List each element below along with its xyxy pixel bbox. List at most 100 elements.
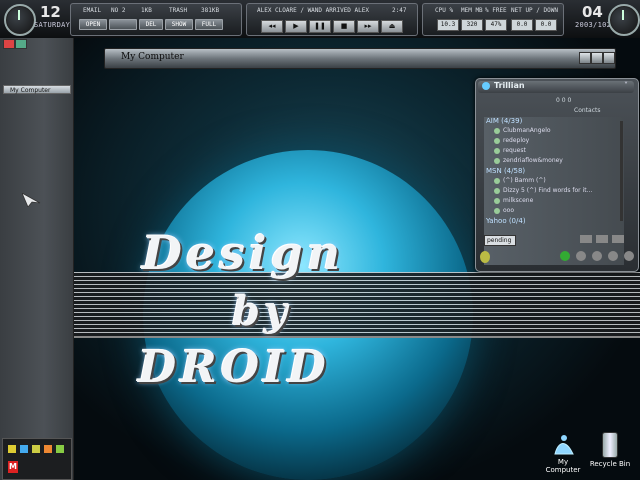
logo-line-3: DROID	[138, 342, 330, 393]
trash-label: TRASH	[169, 7, 188, 14]
icq-icon[interactable]	[608, 251, 618, 261]
taskbar-sidebar	[0, 38, 74, 480]
tray-icon-3[interactable]	[32, 445, 40, 453]
taskbar-item-my-computer[interactable]: My Computer	[3, 85, 71, 94]
trillian-status-icon[interactable]	[480, 251, 490, 263]
tray-icon-2[interactable]	[20, 445, 28, 453]
system-panel: EMAIL NO 2 1KB TRASH 381KB OPEN DEL SHOW…	[70, 3, 242, 36]
track-time: 2:47	[392, 7, 407, 14]
wallpaper-divider	[74, 336, 640, 338]
net-label: NET UP / DOWN	[511, 7, 558, 14]
add-button[interactable]	[580, 235, 592, 243]
group-yahoo[interactable]: Yahoo (0/4)	[486, 217, 526, 225]
buddy-icon	[494, 157, 500, 164]
net-up-value: 0.0	[511, 19, 533, 31]
next-icon[interactable]: ▸▸	[357, 20, 379, 33]
maximize-icon[interactable]	[591, 52, 603, 64]
email-value: NO 2	[111, 7, 126, 14]
contact-item[interactable]: redeploy	[494, 137, 529, 144]
contact-scrollbar[interactable]	[620, 121, 623, 221]
clock-dial-icon	[4, 4, 36, 36]
tray-icon-4[interactable]	[44, 445, 52, 453]
window-title: My Computer	[121, 52, 184, 62]
cpu-label: CPU %	[435, 7, 454, 14]
quicklaunch-desktop-icon[interactable]	[15, 39, 27, 49]
logo-line-1: Design	[142, 226, 345, 280]
day-number: 12	[40, 3, 61, 21]
wallpaper-stripes	[74, 272, 640, 336]
net-down-value: 0.0	[535, 19, 557, 31]
trillian-logo-icon	[482, 82, 490, 90]
weekday-label: SATURDAY	[34, 21, 71, 29]
full-button[interactable]: FULL	[195, 19, 223, 30]
contact-item[interactable]: ClubmanAngelo	[494, 127, 551, 134]
trillian-counter: 0 0 0	[556, 97, 572, 104]
blank-button[interactable]	[109, 19, 137, 30]
top-bar: 12 SATURDAY EMAIL NO 2 1KB TRASH 381KB O…	[0, 0, 640, 39]
msn-icon[interactable]	[576, 251, 586, 261]
previous-icon[interactable]: ◂◂	[261, 20, 283, 33]
contact-item[interactable]: request	[494, 147, 526, 154]
play-icon[interactable]: ▶	[285, 20, 307, 33]
contact-item[interactable]: milkscene	[494, 197, 533, 204]
my-computer-label: My Computer	[545, 458, 581, 474]
menu-button[interactable]	[612, 235, 624, 243]
my-computer-icon	[551, 432, 575, 456]
open-button[interactable]: OPEN	[79, 19, 107, 30]
system-tray: M	[2, 438, 72, 480]
trillian-title: Trillian	[494, 81, 525, 90]
free-value: 47%	[485, 19, 507, 31]
remove-button[interactable]	[596, 235, 608, 243]
buddy-icon	[494, 127, 500, 134]
month-number: 04	[582, 3, 603, 21]
minimize-icon[interactable]	[579, 52, 591, 64]
contact-item[interactable]: zendriaflow&money	[494, 157, 563, 164]
buddy-icon	[494, 137, 500, 144]
clock-dial-right-icon	[608, 4, 640, 36]
desktop-icon-recycle-bin[interactable]: Recycle Bin	[588, 432, 632, 468]
group-msn[interactable]: MSN (4/58)	[486, 167, 525, 175]
date-label: 2003/102	[575, 21, 612, 29]
close-icon[interactable]	[603, 52, 615, 64]
desktop-icon-my-computer[interactable]: My Computer	[540, 432, 586, 474]
collapse-chevron-icon[interactable]: ˅	[624, 81, 628, 90]
mem-value: 320	[461, 19, 483, 31]
trash-size1: 1KB	[141, 7, 152, 14]
pause-icon[interactable]: ❚❚	[309, 20, 331, 33]
trash-size2: 381KB	[201, 7, 220, 14]
mem-label: MEM MB	[461, 7, 483, 14]
buddy-icon	[494, 147, 500, 154]
my-computer-window-titlebar[interactable]: My Computer	[104, 48, 616, 69]
contact-item[interactable]: Dizzy 5 (^) Find words for it...	[494, 187, 592, 194]
free-label: % FREE	[485, 7, 507, 14]
start-logo-icon[interactable]	[3, 39, 15, 49]
track-title: ALEX CLOARE / WAND ARRIVED ALEX	[257, 7, 369, 14]
cpu-value: 10.3	[437, 19, 459, 31]
irc-icon[interactable]	[624, 251, 634, 261]
buddy-icon	[494, 177, 500, 184]
buddy-icon	[494, 197, 500, 204]
media-player-panel: ALEX CLOARE / WAND ARRIVED ALEX 2:47 ◂◂ …	[246, 3, 418, 36]
status-field[interactable]: pending	[484, 235, 516, 246]
recycle-bin-icon	[602, 432, 618, 458]
trillian-titlebar[interactable]: Trillian ˅	[478, 81, 634, 93]
group-aim[interactable]: AIM (4/39)	[486, 117, 522, 125]
aim-icon[interactable]	[560, 251, 570, 261]
contacts-label: Contacts	[574, 107, 601, 114]
mouse-cursor-icon	[21, 192, 42, 208]
buddy-icon	[494, 187, 500, 194]
show-button[interactable]: SHOW	[165, 19, 193, 30]
tray-icon-5[interactable]	[56, 445, 64, 453]
stop-icon[interactable]: ■	[333, 20, 355, 33]
recycle-bin-label: Recycle Bin	[589, 460, 631, 468]
logo-line-2: by	[232, 288, 292, 335]
contact-item[interactable]: ooo	[494, 207, 514, 214]
email-label: EMAIL	[83, 7, 102, 14]
contact-item[interactable]: (^) Bamm (^)	[494, 177, 546, 184]
del-button[interactable]: DEL	[139, 19, 163, 30]
monitor-panel: CPU % MEM MB % FREE NET UP / DOWN 10.3 3…	[422, 3, 564, 36]
tray-icon-1[interactable]	[8, 445, 16, 453]
mail-icon[interactable]: M	[8, 461, 18, 473]
eject-icon[interactable]: ⏏	[381, 20, 403, 33]
yahoo-icon[interactable]	[592, 251, 602, 261]
